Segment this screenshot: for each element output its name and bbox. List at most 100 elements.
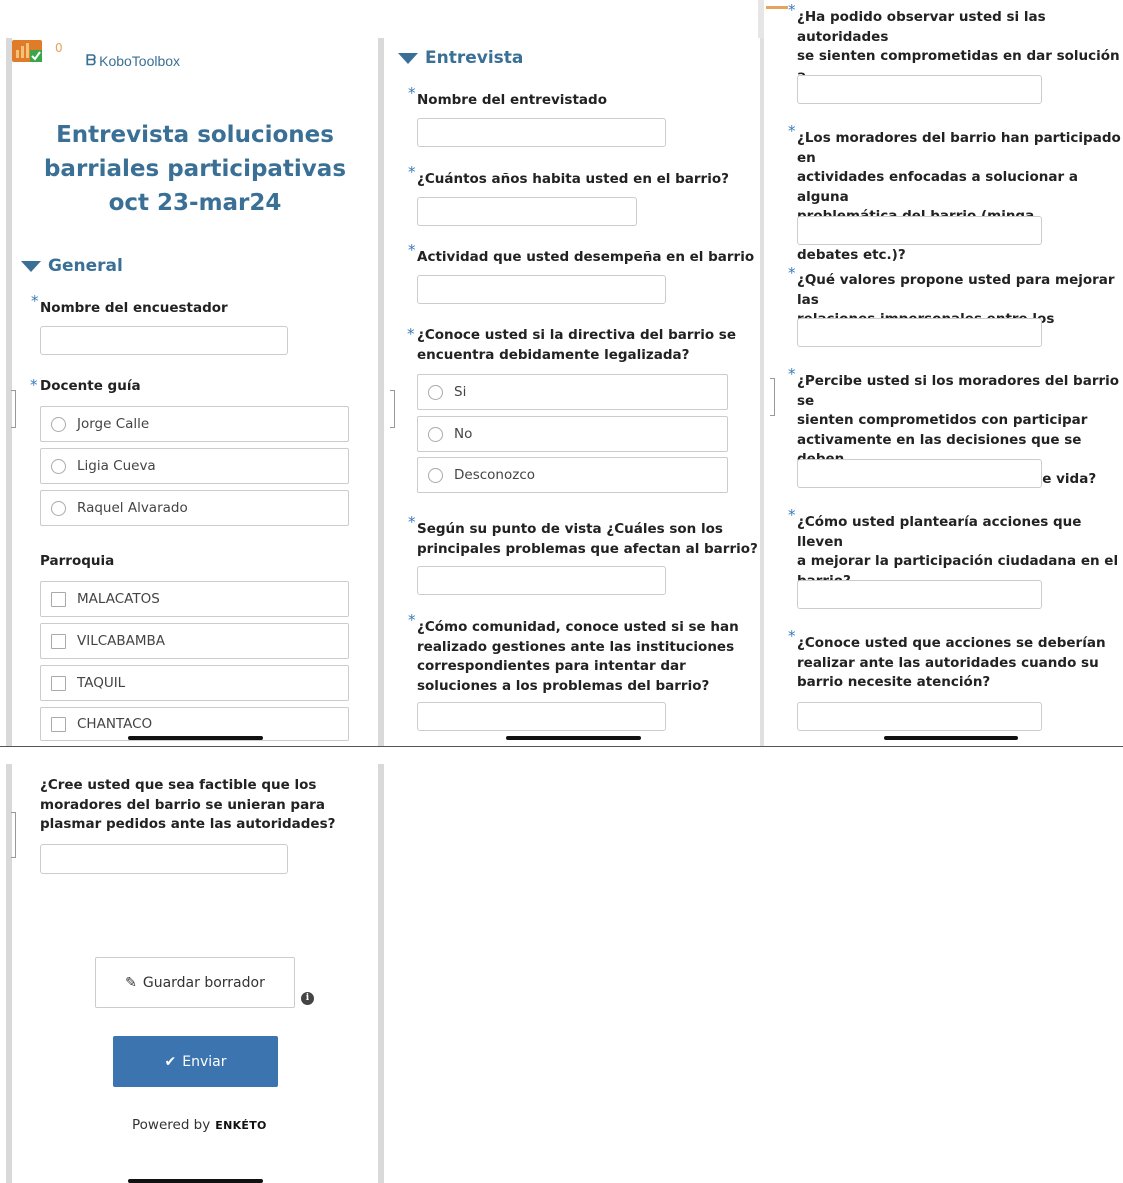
factible-unieran-input[interactable] xyxy=(40,844,288,874)
save-draft-button[interactable]: ✎ Guardar borrador xyxy=(95,957,295,1008)
question-label-line: plasmar pedidos ante las autoridades? xyxy=(40,816,336,832)
question-label-line: ¿Cómo comunidad, conoce usted si se han xyxy=(417,619,739,635)
percibe-comprometidos-input[interactable] xyxy=(797,459,1042,488)
required-star: * xyxy=(408,241,416,259)
row-bracket xyxy=(390,390,395,428)
form-title-line2: barriales participativas xyxy=(43,156,347,182)
badge-count: 0 xyxy=(55,41,63,55)
save-draft-label: Guardar borrador xyxy=(142,974,265,991)
radio-option-docente[interactable]: Jorge Calle xyxy=(40,406,349,442)
question-label: Nombre del encuestador xyxy=(40,300,228,316)
app-badge-icon[interactable] xyxy=(12,40,42,62)
scroll-rail-right xyxy=(758,0,764,38)
brand-name: KoboToolbox xyxy=(99,52,181,69)
panel-divider xyxy=(0,746,1123,747)
question-label: Actividad que usted desempeña en el barr… xyxy=(417,249,755,265)
radio-option-docente[interactable]: Raquel Alvarado xyxy=(40,490,349,526)
radio-icon[interactable] xyxy=(428,384,443,400)
required-star: * xyxy=(408,611,416,629)
moradores-participado-input[interactable] xyxy=(797,216,1042,245)
checkbox-option-parroquia[interactable]: VILCABAMBA xyxy=(40,623,349,659)
actividad-input[interactable] xyxy=(417,275,666,304)
question-label-line: ¿Conoce usted si la directiva del barrio… xyxy=(417,327,737,343)
required-star: * xyxy=(788,506,796,524)
option-label: Jorge Calle xyxy=(77,416,150,432)
principales-problemas-input[interactable] xyxy=(417,566,666,595)
question-label-line: realizado gestiones ante las institucion… xyxy=(417,638,735,655)
top-accent xyxy=(766,6,788,9)
form-title: Entrevista soluciones barriales particip… xyxy=(20,118,370,220)
section-general-toggle[interactable]: General xyxy=(21,256,123,276)
radio-option-directiva[interactable]: No xyxy=(417,416,728,452)
checkbox-icon[interactable] xyxy=(51,591,66,607)
radio-icon[interactable] xyxy=(51,458,66,474)
required-star: * xyxy=(788,1,796,19)
checkbox-icon[interactable] xyxy=(51,675,66,691)
required-star: * xyxy=(408,84,416,102)
checkbox-option-parroquia[interactable]: TAQUIL xyxy=(40,665,349,701)
enketo-logo[interactable]: ENKÉTO xyxy=(215,1119,266,1132)
checkbox-icon[interactable] xyxy=(51,716,66,732)
question-label-line: ¿Qué valores propone usted para mejorar … xyxy=(797,272,1115,308)
radio-option-docente[interactable]: Ligia Cueva xyxy=(40,448,349,484)
triangle-down-icon xyxy=(398,52,418,64)
question-anios-barrio: * ¿Cuántos años habita usted en el barri… xyxy=(408,163,729,190)
question-label-line: ¿Cómo usted plantearía acciones que llev… xyxy=(797,514,1082,550)
question-label-line: sienten comprometidos con participar xyxy=(797,412,1088,428)
radio-icon[interactable] xyxy=(51,416,66,432)
required-star: * xyxy=(788,264,796,282)
nombre-entrevistado-input[interactable] xyxy=(417,118,666,147)
question-label-line: debates etc.)? xyxy=(797,247,906,263)
radio-option-directiva[interactable]: Si xyxy=(417,374,728,410)
radio-icon[interactable] xyxy=(428,467,443,483)
info-icon[interactable]: i xyxy=(301,992,314,1005)
plantearia-acciones-input[interactable] xyxy=(797,580,1042,609)
section-entrevista-label: Entrevista xyxy=(425,48,524,68)
pencil-icon: ✎ xyxy=(125,974,137,991)
required-star: * xyxy=(408,163,416,181)
question-label: Nombre del entrevistado xyxy=(417,92,607,108)
form-title-line3: oct 23-mar24 xyxy=(108,190,282,216)
check-icon: ✔ xyxy=(164,1053,177,1070)
option-label: VILCABAMBA xyxy=(77,633,166,649)
gestiones-input[interactable] xyxy=(417,702,666,731)
required-star: * xyxy=(31,292,39,310)
option-label: No xyxy=(454,426,473,442)
radio-option-directiva[interactable]: Desconozco xyxy=(417,457,728,493)
required-star: * xyxy=(408,513,416,531)
required-star: * xyxy=(30,376,38,394)
required-star: * xyxy=(788,365,796,383)
question-label-line: ¿Percibe usted si los moradores del barr… xyxy=(797,373,1120,409)
row-bracket xyxy=(11,390,16,428)
required-star: * xyxy=(788,627,796,645)
home-indicator xyxy=(506,736,641,740)
radio-icon[interactable] xyxy=(51,500,66,516)
kobo-logo[interactable]: ᗷ KoboToolbox xyxy=(86,52,180,69)
row-bracket xyxy=(11,812,16,858)
acciones-autoridades-input[interactable] xyxy=(797,702,1042,731)
question-label: ¿Cuántos años habita usted en el barrio? xyxy=(417,171,729,187)
valores-input[interactable] xyxy=(797,318,1042,347)
question-label-line: barrio necesite atención? xyxy=(797,674,991,690)
checkbox-option-parroquia[interactable]: MALACATOS xyxy=(40,581,349,617)
question-label-line: ¿Cree usted que sea factible que los xyxy=(40,777,317,793)
required-star: * xyxy=(788,122,796,140)
section-entrevista-toggle[interactable]: Entrevista xyxy=(398,48,523,68)
submit-button[interactable]: ✔ Enviar xyxy=(113,1036,278,1087)
question-nombre-encuestador: * Nombre del encuestador xyxy=(31,292,228,319)
powered-by: Powered by ENKÉTO xyxy=(132,1117,267,1133)
autoridades-comprometidas-input[interactable] xyxy=(797,75,1042,104)
question-parroquia: Parroquia xyxy=(40,552,114,572)
question-nombre-entrevistado: * Nombre del entrevistado xyxy=(408,84,607,111)
option-label: TAQUIL xyxy=(77,675,126,691)
nombre-encuestador-input[interactable] xyxy=(40,326,288,355)
row-bracket xyxy=(770,378,775,416)
anios-barrio-input[interactable] xyxy=(417,197,637,226)
submit-label: Enviar xyxy=(182,1053,227,1070)
required-star: * xyxy=(407,325,415,343)
checkbox-icon[interactable] xyxy=(51,633,66,649)
triangle-down-icon xyxy=(21,260,41,272)
question-label-line: encuentra debidamente legalizada? xyxy=(417,346,690,363)
radio-icon[interactable] xyxy=(428,426,443,442)
question-acciones-autoridades: * ¿Conoce usted que acciones se deberían… xyxy=(788,627,1106,693)
